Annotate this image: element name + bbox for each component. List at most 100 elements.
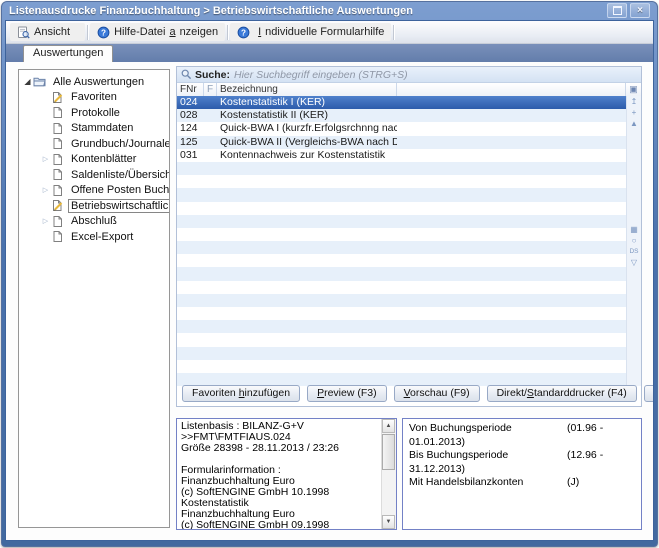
tree-item-stammdaten[interactable]: Stammdaten [19,121,169,137]
table-empty-row[interactable] [177,202,626,215]
cell-bezeichnung [217,162,397,175]
column-header-bezeichnung[interactable]: Bezeichnung [217,83,397,96]
header-folder-icon[interactable]: ▣ [626,83,641,96]
table-empty-row[interactable] [177,215,626,228]
table-row[interactable]: 024Kostenstatistik I (KER) [177,96,626,109]
cell-fnr [177,347,204,360]
scrollbar-up-button[interactable]: ▲ [382,419,395,433]
toolbar-button-hilfe-datei-anzeigen[interactable]: ?Hilfe-Datei anzeigen [90,23,225,41]
info-scrollbar[interactable]: ▲ ▼ [381,419,396,529]
scroll-up-icon[interactable]: ▲ [628,118,641,129]
action-button-favoriten-hinzufuegen[interactable]: Favoriten hinzufügen [182,385,300,402]
close-button[interactable]: × [630,3,650,18]
cell-filler [397,175,626,188]
filter-icon[interactable]: ▽ [628,257,641,268]
expander-collapsed-icon[interactable]: ▷ [40,155,51,163]
add-record-icon[interactable]: + [628,107,641,118]
column-header-f[interactable]: F [204,83,217,96]
table-empty-row[interactable] [177,307,626,320]
toolbar-button-ansicht[interactable]: Ansicht [10,23,85,41]
scroll-first-icon[interactable]: ↥ [628,96,641,107]
tree-item-abschlu[interactable]: ▷Abschluß [19,214,169,230]
doc-icon [51,215,64,228]
tree-item-alle-auswertungen[interactable]: ◢Alle Auswertungen [19,74,169,90]
cell-fnr: 028 [177,109,204,122]
cell-bezeichnung [217,360,397,373]
table-row[interactable]: 124Quick-BWA I (kurzfr.Erfolgsrchnng nac… [177,122,626,135]
label-pre: Hilfe-Datei [114,26,165,38]
cell-fnr: 031 [177,149,204,162]
cell-f [204,136,217,149]
cell-bezeichnung: Kontennachweis zur Kostenstatistik [217,149,397,162]
tree-item-favoriten[interactable]: Favoriten [19,90,169,106]
search-placeholder: Hier Suchbegriff eingeben (STRG+S) [234,69,408,81]
info-line: (c) SoftENGINE GmbH 09.1998 [181,520,392,530]
tree-item-protokolle[interactable]: Protokolle [19,105,169,121]
action-button-auswertung-drucken[interactable]: Auswertung drucken [644,385,654,402]
scrollbar-thumb[interactable] [382,434,395,470]
tree-item-betriebswirtschaftliche-auswertungen[interactable]: Betriebswirtschaftliche Auswertungen [19,198,169,214]
doc-icon [51,137,64,150]
column-header-fnr[interactable]: FNr [177,83,204,96]
cell-filler [397,215,626,228]
table-empty-row[interactable] [177,188,626,201]
table-empty-row[interactable] [177,320,626,333]
app-window: Listenausdrucke Finanzbuchhaltung > Betr… [1,1,658,547]
cell-f [204,281,217,294]
table-empty-row[interactable] [177,333,626,346]
label-post: nzeigen [180,26,219,38]
table-row[interactable]: 125Quick-BWA II (Vergleichs-BWA nach Dat… [177,136,626,149]
table-empty-row[interactable] [177,175,626,188]
columns-icon[interactable]: ▦ [628,224,641,235]
table-empty-row[interactable] [177,241,626,254]
toolbar-button-individuelle-formularhilfe[interactable]: ?Individuelle Formularhilfe [230,23,391,41]
tab-auswertungen[interactable]: Auswertungen [23,45,113,62]
cell-f [204,333,217,346]
dataset-icon[interactable]: DS [628,246,641,257]
expander-expanded-icon[interactable]: ◢ [22,77,33,86]
table-empty-row[interactable] [177,294,626,307]
toolbar-separator [393,25,394,40]
label-post: ndividuelle Formularhilfe [265,26,384,38]
table-empty-row[interactable] [177,254,626,267]
cell-bezeichnung [217,202,397,215]
restore-button[interactable] [607,3,627,18]
action-button-vorschau-f9[interactable]: Vorschau (F9) [394,385,480,402]
doc-icon [51,168,64,181]
cell-fnr [177,254,204,267]
tree-item-excel-export[interactable]: Excel-Export [19,229,169,245]
scrollbar-down-button[interactable]: ▼ [382,515,395,529]
table-empty-row[interactable] [177,162,626,175]
table-empty-row[interactable] [177,281,626,294]
action-button-direkt-standarddrucker-f4[interactable]: Direkt/Standarddrucker (F4) [487,385,637,402]
table-empty-row[interactable] [177,360,626,373]
table-empty-row[interactable] [177,267,626,280]
toolbar: Ansicht?Hilfe-Datei anzeigen?Individuell… [6,21,653,44]
tree-item-grundbuch-journale[interactable]: Grundbuch/Journale [19,136,169,152]
tree-item-saldenliste-bersicht[interactable]: Saldenliste/Übersicht [19,167,169,183]
cell-bezeichnung [217,267,397,280]
action-button-preview-f3[interactable]: Preview (F3) [307,385,387,402]
cell-fnr [177,360,204,373]
cell-filler [397,320,626,333]
table-row[interactable]: 031 Kontennachweis zur Kostenstatistik [177,149,626,162]
search-input[interactable]: Suche: Hier Suchbegriff eingeben (STRG+S… [177,67,641,83]
doc-icon [51,230,64,243]
table-empty-row[interactable] [177,347,626,360]
tree-item-offene-posten-buchhaltung[interactable]: ▷Offene Posten Buchhaltung [19,183,169,199]
tree-item-label: Kontenblätter [68,152,139,166]
label-accesskey: a [169,26,175,38]
table-row[interactable]: 028Kostenstatistik II (KER) [177,109,626,122]
search-icon[interactable]: ○ [628,235,641,246]
table-empty-row[interactable] [177,228,626,241]
period-label: Von Buchungsperiode [409,422,567,436]
tree-item-kontenbl-tter[interactable]: ▷ Kontenblätter [19,152,169,168]
expander-collapsed-icon[interactable]: ▷ [40,186,51,194]
cell-filler [397,228,626,241]
expander-collapsed-icon[interactable]: ▷ [40,217,51,225]
restore-icon [613,6,622,15]
cell-fnr: 125 [177,136,204,149]
doc-icon [51,153,64,166]
cell-f [204,320,217,333]
cell-fnr [177,215,204,228]
